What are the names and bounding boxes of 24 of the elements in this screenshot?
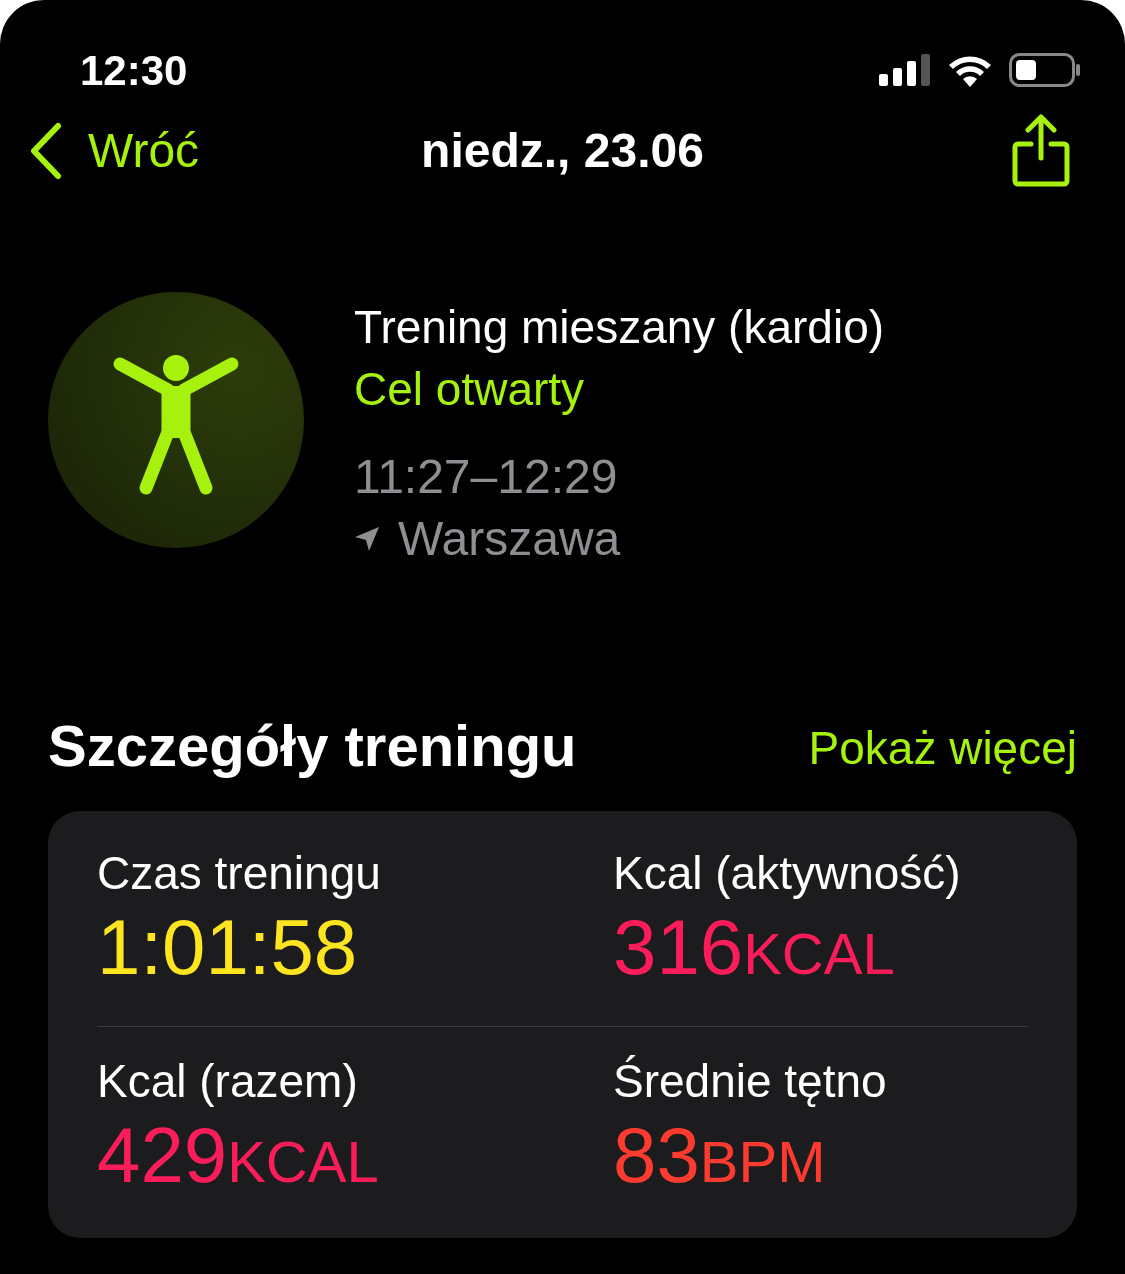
metric-label: Kcal (razem) xyxy=(97,1054,359,1109)
metric-label: Kcal (aktywność) xyxy=(613,846,962,901)
section-title: Szczegóły treningu xyxy=(48,712,577,780)
location-arrow-icon xyxy=(354,526,380,552)
chevron-left-icon xyxy=(28,122,62,180)
workout-location: Warszawa xyxy=(398,511,621,567)
time-range: 11:27–12:29 xyxy=(354,449,619,505)
metric-label: Średnie tętno xyxy=(613,1054,888,1109)
metric-value: 1:01:58 xyxy=(97,902,359,993)
metric-value: 316KCAL xyxy=(613,902,896,993)
battery-icon xyxy=(1009,53,1081,87)
workout-goal: Cel otwarty xyxy=(354,362,586,417)
metric-label: Czas treningu xyxy=(97,846,382,901)
nav-title: niedz., 23.06 xyxy=(421,123,704,179)
back-button[interactable]: Wróć xyxy=(0,115,200,187)
status-time: 12:30 xyxy=(80,45,188,96)
share-icon[interactable] xyxy=(1012,114,1070,188)
show-more-link[interactable]: Pokaż więcej xyxy=(808,714,1077,783)
signal-icon xyxy=(879,54,931,86)
workout-icon xyxy=(48,292,304,548)
wifi-icon xyxy=(947,53,993,87)
metric-value: 429KCAL xyxy=(97,1110,380,1201)
metric-value: 83BPM xyxy=(613,1110,827,1201)
workout-name: Trening mieszany (kardio) xyxy=(354,300,885,355)
